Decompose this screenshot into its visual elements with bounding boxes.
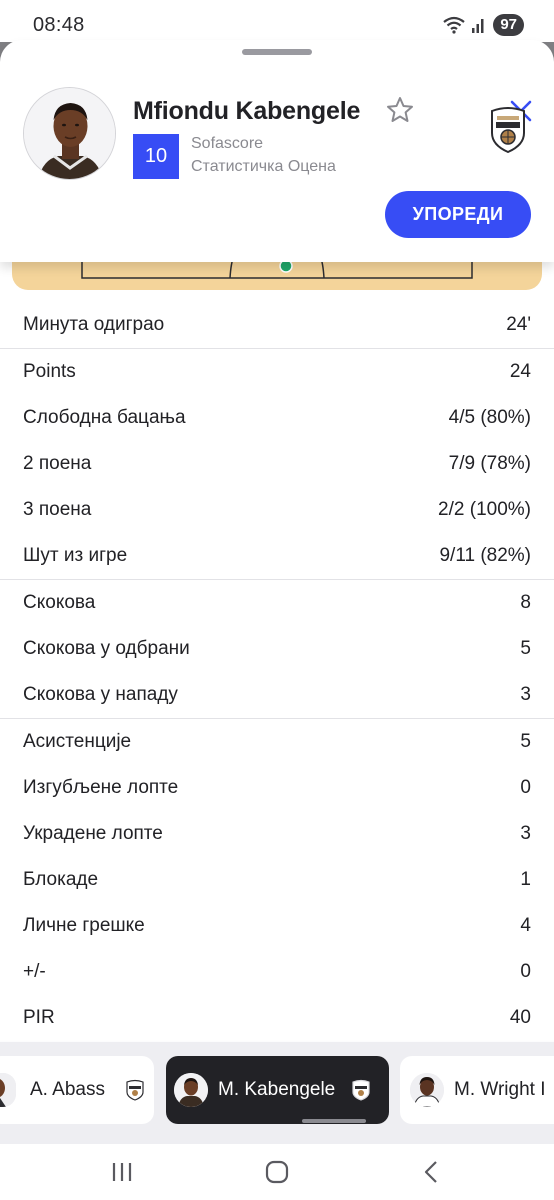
rating-caption: Статистичка Оцена <box>191 158 336 175</box>
signal-icon <box>471 16 487 34</box>
stat-label: Блокаде <box>23 869 99 890</box>
stat-value: 4 <box>520 915 531 936</box>
player-chip-wright[interactable]: M. Wright I <box>400 1056 554 1124</box>
stat-row-assists: Асистенције 5 <box>0 719 554 765</box>
system-navigation-bar <box>0 1144 554 1200</box>
carousel-scroll-indicator <box>302 1119 366 1123</box>
stat-row-field-goals: Шут из игре 9/11 (82%) <box>0 533 554 579</box>
rating-source: Sofascore <box>191 135 264 152</box>
stat-value: 0 <box>520 777 531 798</box>
stat-row-blocks: Блокаде 1 <box>0 857 554 903</box>
back-icon[interactable] <box>412 1154 452 1190</box>
stat-value: 0 <box>520 961 531 982</box>
stat-value: 8 <box>520 592 531 613</box>
stat-value: 40 <box>509 1007 531 1028</box>
stat-label: Украдене лопте <box>23 823 163 844</box>
player-chip-avatar <box>0 1073 16 1107</box>
status-time: 08:48 <box>33 14 85 36</box>
stat-row-two-pointers: 2 поена 7/9 (78%) <box>0 441 554 487</box>
stat-value: 24 <box>509 361 531 382</box>
stat-label: Изгубљене лопте <box>23 777 179 798</box>
team-logo-icon <box>125 1079 145 1101</box>
stat-value: 7/9 (78%) <box>448 453 531 474</box>
stat-row-rebounds: Скокова 8 <box>0 580 554 626</box>
stat-row-free-throws: Слободна бацања 4/5 (80%) <box>0 395 554 441</box>
stat-value: 1 <box>520 869 531 890</box>
stat-value: 24' <box>506 314 531 335</box>
player-chip-name: M. Kabengele <box>218 1079 336 1100</box>
player-header-sheet: Mfiondu Kabengele 10 Sofascore Статистич… <box>0 40 554 262</box>
stat-row-turnovers: Изгубљене лопте 0 <box>0 765 554 811</box>
stat-label: Асистенције <box>23 731 132 752</box>
stat-row-pir: PIR 40 <box>0 995 554 1041</box>
stat-label: Points <box>23 361 76 382</box>
stat-label: Минута одиграо <box>23 314 165 335</box>
stat-value: 3 <box>520 684 531 705</box>
player-chip-name: A. Abass <box>30 1079 105 1100</box>
team-logo-icon[interactable] <box>488 105 528 154</box>
stat-row-plus-minus: +/- 0 <box>0 949 554 995</box>
battery-badge: 97 <box>493 14 524 36</box>
player-carousel[interactable]: A. Abass M. Kabengele M. Wright I <box>0 1042 554 1144</box>
stat-value: 5 <box>520 638 531 659</box>
stat-row-three-pointers: 3 поена 2/2 (100%) <box>0 487 554 533</box>
player-chip-kabengele[interactable]: M. Kabengele <box>166 1056 389 1124</box>
stat-label: Шут из игре <box>23 545 128 566</box>
stat-value: 2/2 (100%) <box>438 499 531 520</box>
wifi-icon <box>443 16 465 34</box>
stat-value: 3 <box>520 823 531 844</box>
stat-label: Скокова <box>23 592 96 613</box>
stat-row-points: Points 24 <box>0 349 554 395</box>
stat-label: Слободна бацања <box>23 407 186 428</box>
player-chip-abass[interactable]: A. Abass <box>0 1056 154 1124</box>
status-icons: 97 <box>443 14 524 36</box>
home-icon[interactable] <box>257 1154 297 1190</box>
stat-label: Скокова у нападу <box>23 684 178 705</box>
stat-value: 4/5 (80%) <box>448 407 531 428</box>
stat-value: 9/11 (82%) <box>439 545 531 566</box>
rating-badge: 10 <box>133 134 179 179</box>
stat-row-minutes: Минута одиграо 24' <box>0 302 554 348</box>
stat-value: 5 <box>520 731 531 752</box>
recent-apps-icon[interactable] <box>102 1154 142 1190</box>
stat-row-steals: Украдене лопте 3 <box>0 811 554 857</box>
player-avatar <box>23 87 116 180</box>
player-chip-name: M. Wright I <box>454 1079 546 1100</box>
stat-row-defensive-rebounds: Скокова у одбрани 5 <box>0 626 554 672</box>
player-name: Mfiondu Kabengele <box>133 97 361 125</box>
team-logo-icon <box>351 1079 371 1101</box>
stat-row-personal-fouls: Личне грешке 4 <box>0 903 554 949</box>
stat-label: Личне грешке <box>23 915 145 936</box>
player-chip-avatar <box>174 1073 208 1107</box>
stat-label: 3 поена <box>23 499 92 520</box>
favorite-star-icon[interactable] <box>385 95 415 125</box>
stat-row-offensive-rebounds: Скокова у нападу 3 <box>0 672 554 718</box>
stat-label: Скокова у одбрани <box>23 638 190 659</box>
player-chip-avatar <box>410 1073 444 1107</box>
compare-button[interactable]: УПОРЕДИ <box>385 191 531 238</box>
stat-label: +/- <box>23 961 46 982</box>
drag-handle[interactable] <box>242 49 312 55</box>
stat-label: PIR <box>23 1007 55 1028</box>
stat-label: 2 поена <box>23 453 92 474</box>
